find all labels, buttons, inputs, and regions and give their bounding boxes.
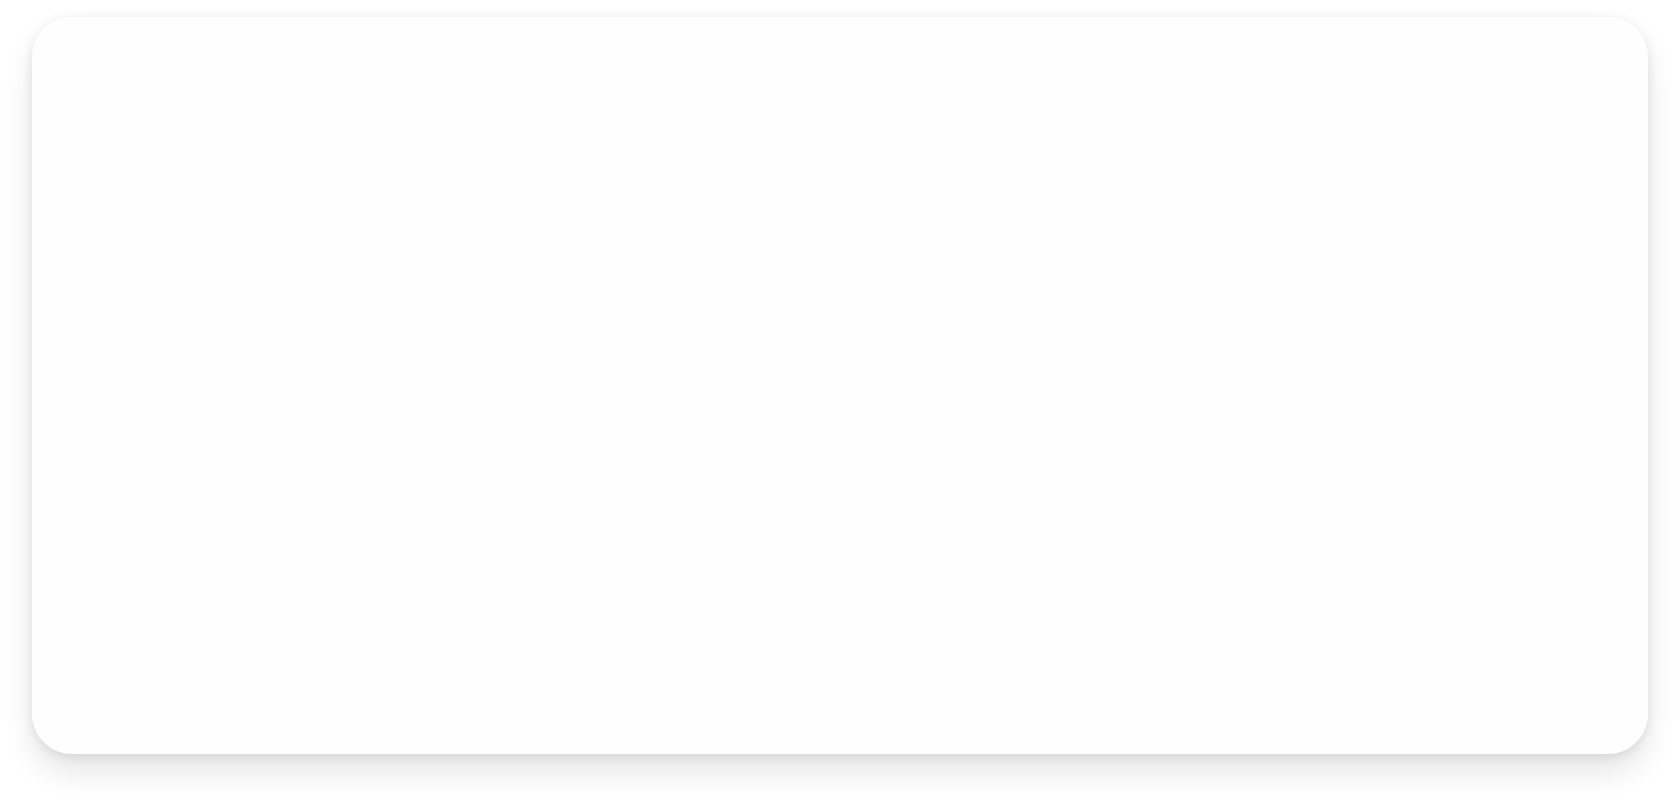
page-stage	[0, 0, 1680, 800]
blank-card-panel	[32, 17, 1648, 754]
card-content	[32, 17, 1648, 754]
